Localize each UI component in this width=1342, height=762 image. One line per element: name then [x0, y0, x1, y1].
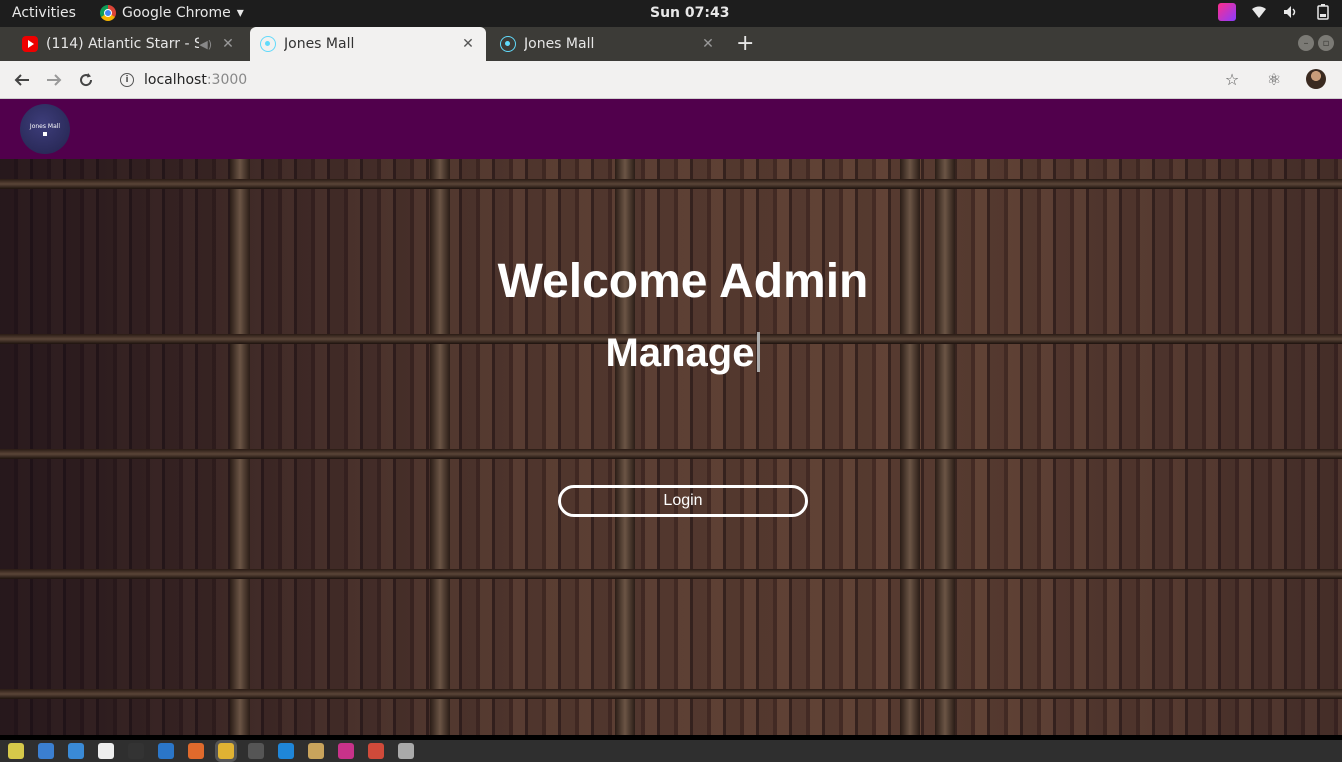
- tab-youtube[interactable]: (114) Atlantic Starr - Se ◀) ✕: [12, 27, 246, 61]
- brand-logo-mark: [43, 131, 47, 136]
- youtube-icon: [22, 36, 38, 52]
- reload-button[interactable]: [74, 68, 98, 92]
- printer-icon[interactable]: [398, 743, 414, 759]
- forward-button[interactable]: [42, 68, 66, 92]
- close-icon[interactable]: ✕: [700, 36, 716, 52]
- welcome-heading: Welcome Admin: [497, 255, 869, 308]
- taskbar: [0, 740, 1342, 762]
- url-host: localhost: [144, 72, 207, 88]
- app-navbar: Jones Mall: [0, 99, 1342, 159]
- video-editor-icon[interactable]: [248, 743, 264, 759]
- app-menu-label: Google Chrome: [122, 5, 231, 21]
- react-icon: [260, 36, 276, 52]
- reload-icon: [80, 73, 93, 87]
- typing-caret: [757, 332, 761, 372]
- tab-title: (114) Atlantic Starr - Se: [46, 36, 200, 52]
- tab-jones-mall-active[interactable]: Jones Mall ✕: [250, 27, 486, 61]
- tab-strip: (114) Atlantic Starr - Se ◀) ✕ Jones Mal…: [0, 27, 1342, 61]
- amazon-icon[interactable]: [98, 743, 114, 759]
- chrome-icon[interactable]: [218, 743, 234, 759]
- software-center-icon[interactable]: [188, 743, 204, 759]
- new-tab-button[interactable]: +: [736, 31, 754, 56]
- vscode-icon[interactable]: [278, 743, 294, 759]
- hero-library-background: Welcome Admin Manage Login: [0, 159, 1342, 735]
- close-icon[interactable]: ✕: [220, 36, 236, 52]
- tab-jones-mall[interactable]: Jones Mall ✕: [490, 27, 726, 61]
- audio-playing-icon[interactable]: ◀): [199, 38, 212, 51]
- back-button[interactable]: [10, 68, 34, 92]
- system-top-bar: Activities Google Chrome ▾ Sun 07:43: [0, 0, 1342, 27]
- arrow-left-icon: [14, 74, 29, 86]
- battery-icon[interactable]: [1314, 3, 1332, 21]
- brand-logo[interactable]: Jones Mall: [20, 104, 70, 154]
- chrome-icon: [100, 5, 116, 21]
- text-editor-icon[interactable]: [38, 743, 54, 759]
- app-menu[interactable]: Google Chrome ▾: [100, 5, 244, 21]
- wifi-icon[interactable]: [1250, 3, 1268, 21]
- tab-title: Jones Mall: [524, 36, 595, 52]
- chevron-down-icon: ▾: [236, 5, 244, 21]
- window-controls: – ▫: [1298, 35, 1334, 51]
- url-bar[interactable]: i localhost:3000: [110, 66, 1240, 94]
- hero-content: Welcome Admin Manage Login: [0, 159, 1342, 735]
- help-icon[interactable]: [68, 743, 84, 759]
- typewriter-text: Manage: [0, 331, 1342, 376]
- react-devtools-icon[interactable]: ⚛: [1264, 69, 1284, 89]
- typed-word: Manage: [605, 331, 755, 375]
- clock[interactable]: Sun 07:43: [650, 5, 729, 21]
- terminal-icon[interactable]: [128, 743, 144, 759]
- tab-title: Jones Mall: [284, 36, 355, 52]
- intellij-icon[interactable]: [338, 743, 354, 759]
- files-icon[interactable]: [308, 743, 324, 759]
- bookmark-star-icon[interactable]: ☆: [1222, 69, 1242, 89]
- brand-logo-text: Jones Mall: [29, 122, 61, 130]
- volume-icon[interactable]: [1282, 3, 1300, 21]
- minimize-button[interactable]: –: [1298, 35, 1314, 51]
- jetbrains-toolbox-icon[interactable]: [1218, 3, 1236, 21]
- system-tray: [1218, 3, 1332, 21]
- info-icon[interactable]: i: [120, 73, 134, 87]
- toolbar-actions: ☆ ⚛: [1222, 69, 1326, 89]
- arrow-right-icon: [47, 74, 62, 86]
- profile-avatar[interactable]: [1306, 69, 1326, 89]
- browser-toolbar: i localhost:3000 ☆ ⚛: [0, 61, 1342, 99]
- react-icon: [500, 36, 516, 52]
- url-port: :3000: [206, 72, 248, 88]
- maximize-button[interactable]: ▫: [1318, 35, 1334, 51]
- activities-button[interactable]: Activities: [12, 5, 76, 21]
- login-button[interactable]: Login: [558, 485, 808, 517]
- system-monitor-icon[interactable]: [8, 743, 24, 759]
- settings-icon[interactable]: [368, 743, 384, 759]
- thunderbird-icon[interactable]: [158, 743, 174, 759]
- close-icon[interactable]: ✕: [460, 36, 476, 52]
- web-page: Jones Mall Welcome Admin Manage Login: [0, 99, 1342, 735]
